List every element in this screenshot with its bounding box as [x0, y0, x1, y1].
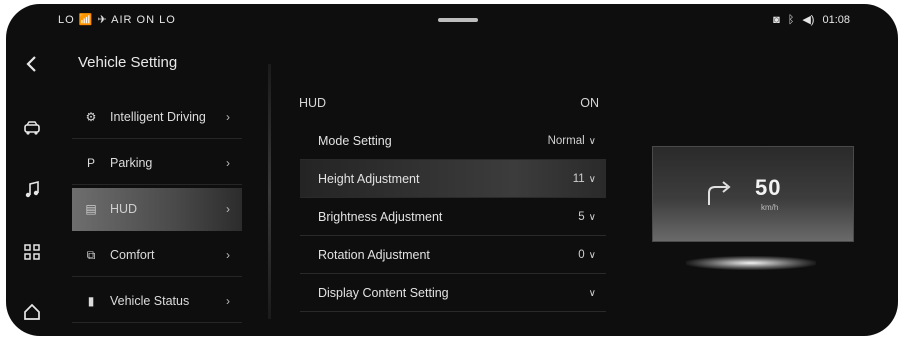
home-icon[interactable] — [20, 300, 44, 324]
chevron-right-icon: › — [226, 202, 230, 216]
hud-label: HUD — [299, 96, 327, 110]
nav-item-intelligent-driving[interactable]: ⚙ Intelligent Driving › — [72, 96, 242, 139]
chevron-down-icon: ∨ — [588, 135, 596, 147]
chevron-down-icon: ∨ — [588, 211, 596, 223]
setting-height[interactable]: Height Adjustment 11 ∨ — [300, 160, 606, 198]
comfort-icon: ⧉ — [86, 247, 96, 262]
panel-divider — [268, 64, 271, 319]
setting-label: Brightness Adjustment — [318, 209, 443, 224]
status-left-indicators: LO 📶 ✈ AIR ON LO — [58, 14, 176, 26]
setting-label: Mode Setting — [318, 133, 392, 148]
nav-item-parking[interactable]: P Parking › — [72, 142, 242, 185]
infotainment-screen: LO 📶 ✈ AIR ON LO ◙ ᛒ ◀) 01:08 Vehicle Se… — [6, 4, 898, 336]
hud-settings-list: Mode Setting Normal ∨ Height Adjustment 1… — [300, 122, 606, 312]
chevron-down-icon: ∨ — [588, 173, 596, 185]
setting-value[interactable]: 11 ∨ — [573, 173, 596, 185]
setting-value[interactable]: 0 ∨ — [578, 249, 596, 261]
back-icon[interactable] — [20, 52, 44, 76]
camera-icon: ◙ — [773, 13, 780, 26]
volume-icon[interactable]: ◀) — [802, 13, 814, 26]
chevron-right-icon: › — [226, 156, 230, 170]
chevron-right-icon: › — [226, 294, 230, 308]
speed-unit: km/h — [761, 203, 779, 212]
apps-grid-icon[interactable] — [20, 240, 44, 264]
car-icon[interactable] — [20, 116, 44, 140]
setting-display-content[interactable]: Display Content Setting ∨ — [300, 274, 606, 312]
chevron-down-icon: ∨ — [588, 287, 596, 299]
parking-icon: P — [86, 156, 95, 170]
music-icon[interactable] — [20, 178, 44, 202]
setting-label: Display Content Setting — [318, 285, 449, 300]
hud-preview: 50 km/h — [652, 146, 854, 242]
nav-item-label: Intelligent Driving — [110, 110, 206, 124]
nav-item-hud[interactable]: ▤ HUD › — [72, 188, 242, 231]
steering-icon: ⚙ — [85, 110, 97, 124]
setting-value[interactable]: Normal ∨ — [548, 135, 596, 147]
setting-value[interactable]: 5 ∨ — [578, 211, 596, 223]
setting-label: Height Adjustment — [318, 171, 420, 186]
nav-item-vehicle-status[interactable]: ▮ Vehicle Status › — [72, 280, 242, 323]
setting-brightness[interactable]: Brightness Adjustment 5 ∨ — [300, 198, 606, 236]
nav-item-label: HUD — [110, 202, 138, 216]
setting-value[interactable]: ∨ — [585, 287, 596, 299]
hud-toggle-row[interactable]: HUD ON — [299, 96, 599, 110]
setting-mode[interactable]: Mode Setting Normal ∨ — [300, 122, 606, 160]
turn-right-arrow-icon — [708, 181, 731, 205]
settings-nav: ⚙ Intelligent Driving › P Parking › ▤ HU… — [72, 96, 242, 326]
hud-projection-glow — [686, 256, 816, 270]
hud-state[interactable]: ON — [580, 96, 599, 110]
nav-item-comfort[interactable]: ⧉ Comfort › — [72, 234, 242, 277]
pull-down-handle[interactable] — [438, 18, 478, 22]
clock: 01:08 — [822, 13, 850, 26]
vehicle-status-icon: ▮ — [87, 294, 95, 308]
setting-rotation[interactable]: Rotation Adjustment 0 ∨ — [300, 236, 606, 274]
nav-item-label: Parking — [110, 156, 153, 170]
nav-item-label: Comfort — [110, 248, 155, 262]
hud-icon: ▤ — [85, 202, 97, 216]
bluetooth-icon: ᛒ — [787, 13, 795, 26]
page-title: Vehicle Setting — [78, 54, 178, 71]
setting-label: Rotation Adjustment — [318, 247, 430, 262]
chevron-right-icon: › — [226, 110, 230, 124]
chevron-down-icon: ∨ — [588, 249, 596, 261]
chevron-right-icon: › — [226, 248, 230, 262]
status-right: ◙ ᛒ ◀) 01:08 — [773, 13, 850, 27]
nav-item-label: Vehicle Status — [110, 294, 190, 308]
speed-value: 50 — [755, 175, 782, 200]
